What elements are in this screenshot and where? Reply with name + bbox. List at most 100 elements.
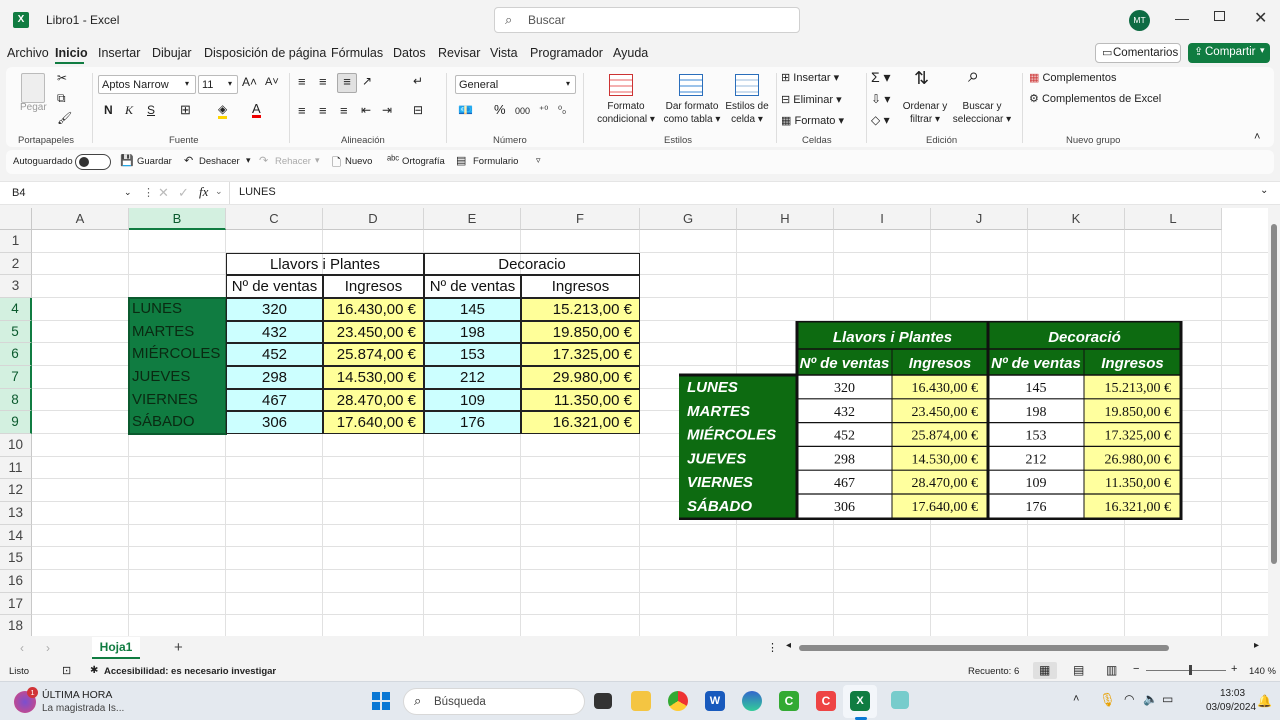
addins-button[interactable]: ▦ Complementos [1029,72,1116,85]
page-break-icon[interactable]: ▥ [1106,663,1117,677]
cell-col-header[interactable]: Ingresos [323,275,424,298]
row-header-10[interactable]: 10 [0,434,32,457]
tab-formulas[interactable]: Fórmulas [331,46,383,60]
cell-income[interactable]: 25.874,00 € [323,343,424,366]
align-middle-icon[interactable]: ≡ [319,75,327,88]
accounting-icon[interactable]: 💶 [458,104,473,117]
fill-color-icon[interactable]: ◈ [218,103,228,119]
borders-icon[interactable]: ⊞ [180,103,191,116]
find-select-button[interactable]: Buscar y seleccionar ▾ [950,100,1014,126]
zoom-slider-thumb[interactable] [1189,665,1192,675]
new-file-icon[interactable]: 🗋 [332,154,341,173]
battery-icon[interactable]: ▭ [1162,692,1173,706]
file-explorer-icon[interactable] [631,691,651,711]
enter-icon[interactable]: ✓ [178,185,189,201]
tab-insertar[interactable]: Insertar [98,46,140,60]
row-header-4[interactable]: 4 [0,298,32,321]
column-header-j[interactable]: J [931,208,1028,230]
cell-sales[interactable]: 306 [226,411,323,435]
share-button[interactable]: ⇪ Compartir ▾ [1188,43,1270,63]
column-header-f[interactable]: F [521,208,640,230]
conditional-format-button[interactable]: Formato condicional ▾ [591,100,661,126]
microphone-icon[interactable]: 🎙 [1099,692,1116,708]
thousands-icon[interactable]: 000 [515,105,530,118]
page-layout-icon[interactable]: ▤ [1073,663,1084,677]
fill-icon[interactable]: ⇩ ▾ [871,93,890,106]
row-header-5[interactable]: 5 [0,320,32,344]
redo-icon[interactable]: ↷ [259,154,268,167]
autosave-toggle[interactable] [75,154,111,170]
cell-income[interactable]: 15.213,00 € [521,298,640,321]
zoom-slider[interactable] [1146,670,1226,671]
cell-sales[interactable]: 153 [424,343,521,366]
cell-col-header[interactable]: Ingresos [521,275,640,298]
cell-income[interactable]: 19.850,00 € [521,320,640,344]
chevron-down-icon[interactable]: ▾ [315,155,320,166]
cell-group-header[interactable]: Llavors i Plantes [226,252,424,276]
scroll-right-icon[interactable]: ▸ [1254,640,1259,651]
news-title[interactable]: ÚLTIMA HORA [42,689,112,701]
taskbar-search[interactable]: ⌕ Búsqueda [403,688,585,715]
excel-icon[interactable]: X [850,691,870,711]
autosum-icon[interactable]: Σ ▾ [871,70,891,84]
cell-sales[interactable]: 109 [424,388,521,412]
decrease-decimal-icon[interactable]: ⁰₀ [558,104,566,117]
horizontal-scrollbar[interactable]: ◂ ▸ [786,640,1264,654]
format-painter-icon[interactable]: 🖌 [57,112,72,125]
cell-day[interactable]: MARTES [129,321,226,344]
font-size-select[interactable]: 11 ▾ [198,75,238,94]
cell-income[interactable]: 14.530,00 € [323,366,424,389]
wifi-icon[interactable]: ◠ [1124,692,1134,706]
new-button[interactable]: Nuevo [345,156,372,167]
vertical-scrollbar[interactable] [1268,208,1280,636]
align-center-icon[interactable]: ≡ [319,104,327,117]
row-header-17[interactable]: 17 [0,592,32,616]
row-header-3[interactable]: 3 [0,275,32,298]
cancel-icon[interactable]: ✕ [158,185,169,201]
align-left-icon[interactable]: ≡ [298,104,306,117]
prev-sheet-icon[interactable]: ‹ [20,641,24,655]
tab-archivo[interactable]: Archivo [7,46,49,60]
wrap-text-icon[interactable]: ↵ [413,75,423,88]
increase-indent-icon[interactable]: ⇥ [382,104,392,117]
row-header-16[interactable]: 16 [0,570,32,593]
cell-sales[interactable]: 298 [226,366,323,389]
news-subtitle[interactable]: La magistrada Is... [42,703,124,714]
column-header-b[interactable]: B [129,208,226,230]
maximize-icon[interactable] [1214,11,1225,21]
select-all-corner[interactable] [0,208,32,230]
minimize-icon[interactable]: — [1175,10,1189,26]
cell-day[interactable]: JUEVES [129,366,226,389]
clear-icon[interactable]: ◇ ▾ [871,114,890,127]
cell-sales[interactable]: 176 [424,411,521,435]
volume-icon[interactable]: 🔈 [1143,692,1158,706]
scroll-left-icon[interactable]: ◂ [786,640,791,651]
row-header-11[interactable]: 11 [0,456,32,480]
accessibility-icon[interactable]: ✱ [90,665,98,676]
column-header-c[interactable]: C [226,208,323,230]
tab-revisar[interactable]: Revisar [438,46,480,60]
row-header-6[interactable]: 6 [0,343,32,366]
accessibility-status[interactable]: Accesibilidad: es necesario investigar [104,666,276,677]
zoom-level[interactable]: 140 % [1249,666,1276,677]
cell-sales[interactable]: 198 [424,320,521,344]
windows-start-icon[interactable] [372,692,390,710]
pasted-table-image[interactable]: LUNES 320 16.430,00 € 145 15.213,00 € MARTES 4… [679,321,1183,520]
save-icon[interactable]: 💾 [120,154,134,167]
font-name-select[interactable]: Aptos Narrow ▾ [98,75,196,94]
row-header-9[interactable]: 9 [0,411,32,435]
decrease-font-icon[interactable]: A˅ [265,76,279,89]
user-avatar[interactable]: MT [1129,10,1150,31]
cell-day[interactable]: VIERNES [129,389,226,412]
clock-time[interactable]: 13:03 [1220,688,1245,699]
excel-addins-button[interactable]: ⚙ Complementos de Excel [1029,93,1161,106]
insert-cells-button[interactable]: ⊞ Insertar ▾ [781,72,839,85]
next-sheet-icon[interactable]: › [46,641,50,655]
clock-date[interactable]: 03/09/2024 [1206,702,1256,713]
undo-icon[interactable]: ↶ [184,154,193,167]
column-header-l[interactable]: L [1125,208,1222,230]
cell-group-header[interactable]: Decoracio [424,252,640,276]
row-header-14[interactable]: 14 [0,524,32,548]
column-header-k[interactable]: K [1028,208,1125,230]
close-icon[interactable]: ✕ [1254,8,1267,28]
